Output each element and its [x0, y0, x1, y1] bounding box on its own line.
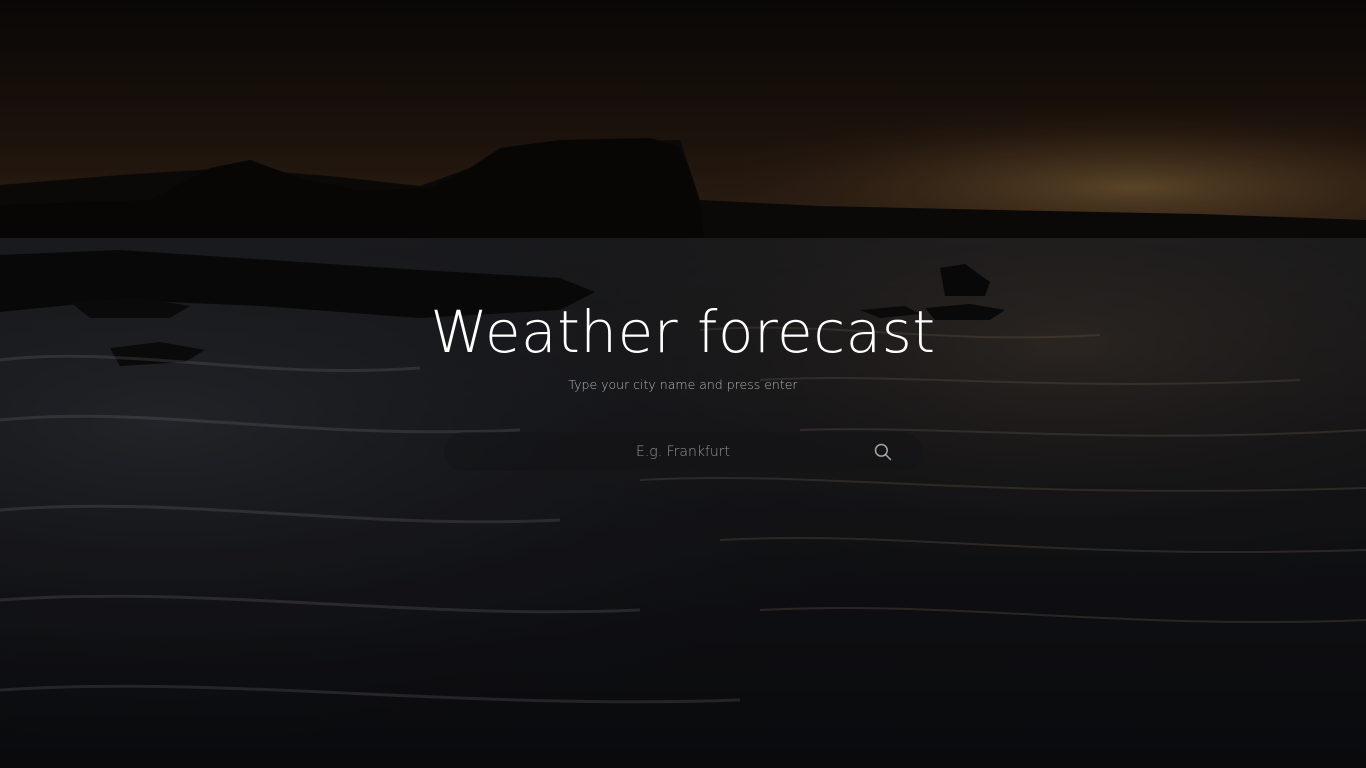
page-title: Weather forecast [430, 298, 936, 366]
search-button[interactable] [872, 441, 894, 463]
page: Weather forecast Type your city name and… [0, 0, 1366, 768]
city-search-input[interactable] [444, 432, 922, 471]
search-icon [874, 443, 892, 461]
page-subtitle: Type your city name and press enter [568, 377, 798, 392]
search-bar [444, 432, 922, 471]
search-panel: Weather forecast Type your city name and… [0, 0, 1366, 768]
